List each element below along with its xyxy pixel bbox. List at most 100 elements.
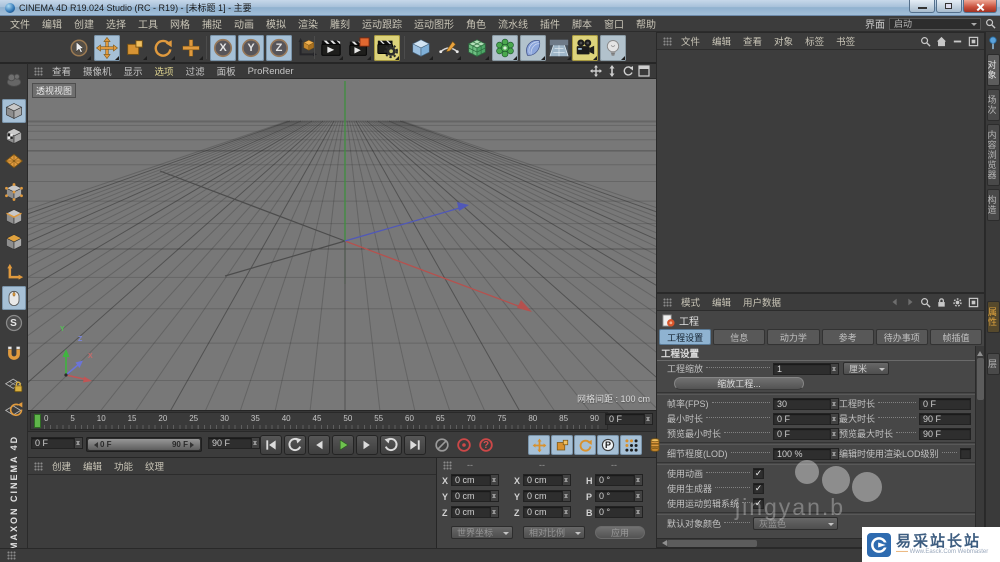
preview-range-slider[interactable]: 0 F 90 F	[86, 437, 202, 452]
fps-field[interactable]: 30	[773, 397, 831, 410]
restore-button[interactable]	[936, 0, 962, 13]
next-frame-button[interactable]	[356, 435, 378, 455]
stepper[interactable]	[645, 413, 653, 425]
zoom-view-icon[interactable]	[606, 65, 618, 77]
lock-icon[interactable]	[936, 297, 947, 308]
coord-field[interactable]: 0 cm	[451, 490, 491, 502]
min-time-field[interactable]: 0 F	[773, 412, 831, 425]
home-icon[interactable]	[936, 36, 947, 47]
uv-mode-button[interactable]	[2, 149, 26, 173]
current-frame-field[interactable]: 0 F	[605, 413, 645, 425]
menu-sculpt[interactable]: 雕刻	[324, 15, 356, 32]
goto-end-button[interactable]	[404, 435, 426, 455]
viewport-solo-button[interactable]	[1, 286, 26, 310]
panel-grip-icon[interactable]	[663, 36, 672, 46]
render-region-button[interactable]	[346, 35, 372, 61]
menu-pipeline[interactable]: 流水线	[492, 15, 534, 32]
stepper[interactable]	[635, 474, 643, 486]
frame-all-icon[interactable]	[968, 297, 979, 308]
viewport-menu-options[interactable]: 选项	[149, 64, 180, 78]
mat-menu-create[interactable]: 创建	[46, 458, 77, 474]
stepper[interactable]	[563, 490, 571, 502]
add-cube-button[interactable]	[408, 35, 434, 61]
stepper[interactable]	[491, 474, 499, 486]
menu-render[interactable]: 渲染	[292, 15, 324, 32]
menu-animate[interactable]: 动画	[228, 15, 260, 32]
stepper[interactable]	[635, 506, 643, 518]
render-settings-button[interactable]	[374, 35, 400, 61]
viewport-menu-view[interactable]: 查看	[46, 64, 77, 78]
preview-min-field[interactable]: 0 F	[773, 427, 831, 440]
model-mode-button[interactable]	[1, 99, 26, 123]
use-animation-checkbox[interactable]	[753, 468, 764, 479]
om-menu-edit[interactable]: 编辑	[706, 33, 737, 49]
project-time-field[interactable]: 0 F	[919, 397, 971, 410]
rotate-tool[interactable]	[150, 35, 176, 61]
render-lod-checkbox[interactable]	[960, 448, 971, 459]
pin-icon[interactable]	[988, 36, 998, 51]
coord-field[interactable]: 0 cm	[451, 506, 491, 518]
apply-button[interactable]: 应用	[595, 526, 645, 539]
play-button[interactable]	[332, 435, 354, 455]
attribute-vertical-scrollbar[interactable]	[975, 346, 984, 538]
frame-all-icon[interactable]	[968, 36, 979, 47]
panel-grip-icon[interactable]	[34, 66, 43, 76]
add-subdivision-button[interactable]	[464, 35, 490, 61]
previous-frame-button[interactable]	[308, 435, 330, 455]
menu-edit[interactable]: 编辑	[36, 15, 68, 32]
coord-field[interactable]: 0 cm	[523, 506, 563, 518]
max-time-field[interactable]: 90 F	[919, 412, 971, 425]
previous-key-button[interactable]	[284, 435, 306, 455]
interface-dropdown[interactable]: 启动	[889, 17, 981, 30]
menu-file[interactable]: 文件	[4, 15, 36, 32]
history-back-icon[interactable]	[890, 297, 900, 307]
menu-window[interactable]: 窗口	[598, 15, 630, 32]
texture-mode-button[interactable]	[2, 124, 26, 148]
preview-max-field[interactable]: 90 F	[919, 427, 971, 440]
am-menu-userdata[interactable]: 用户数据	[737, 294, 787, 310]
lock-workplane-button[interactable]	[2, 373, 26, 397]
autokey-button[interactable]	[454, 435, 474, 455]
tab-info[interactable]: 信息	[713, 329, 766, 345]
mat-menu-texture[interactable]: 纹理	[139, 458, 170, 474]
menu-help[interactable]: 帮助	[630, 15, 662, 32]
viewport-canvas[interactable]	[28, 79, 656, 411]
magnet-button[interactable]	[2, 342, 26, 366]
search-icon[interactable]	[920, 297, 931, 308]
coord-field[interactable]: 0 cm	[523, 490, 563, 502]
menu-mesh[interactable]: 网格	[164, 15, 196, 32]
panel-grip-icon[interactable]	[443, 461, 452, 470]
menu-select[interactable]: 选择	[100, 15, 132, 32]
timeline-ruler[interactable]: 0 5 10 15 20 25 30 35 40 45 50 55 60 65 70 75 80 85 90	[30, 412, 608, 430]
project-scale-unit-dropdown[interactable]: 厘米	[843, 362, 889, 375]
dock-tab-attributes[interactable]: 属性	[987, 301, 1000, 333]
tab-dynamics[interactable]: 动力学	[767, 329, 820, 345]
edges-mode-button[interactable]	[2, 205, 26, 229]
timeline-playhead[interactable]	[34, 414, 41, 428]
stepper[interactable]	[831, 447, 839, 460]
rotate-workplane-button[interactable]	[2, 398, 26, 422]
points-mode-button[interactable]	[2, 180, 26, 204]
axis-mode-button[interactable]	[2, 261, 26, 285]
live-selection-tool[interactable]	[66, 35, 92, 61]
use-generators-checkbox[interactable]	[753, 483, 764, 494]
viewport-panel[interactable]: 查看 摄像机 显示 选项 过滤 面板 ProRender 透视视图 Y X Z …	[28, 63, 656, 411]
om-menu-file[interactable]: 文件	[675, 33, 706, 49]
close-button[interactable]	[963, 0, 997, 13]
om-menu-objects[interactable]: 对象	[768, 33, 799, 49]
stepper[interactable]	[831, 362, 839, 375]
minus-icon[interactable]	[952, 36, 963, 47]
lock-y-axis[interactable]: Y	[238, 35, 264, 61]
polygons-mode-button[interactable]	[2, 230, 26, 254]
stepper[interactable]	[831, 412, 839, 425]
sculpt-mode-button[interactable]	[2, 68, 26, 92]
rotate-view-icon[interactable]	[622, 65, 634, 77]
section-project-settings[interactable]: 工程设置	[657, 346, 975, 361]
stepper[interactable]	[563, 474, 571, 486]
mat-menu-function[interactable]: 功能	[108, 458, 139, 474]
lod-field[interactable]: 100 %	[773, 447, 831, 460]
dock-tab-content-browser[interactable]: 内容浏览器	[986, 124, 1000, 186]
dock-tab-structure[interactable]: 构造	[986, 189, 1000, 221]
goto-start-button[interactable]	[260, 435, 282, 455]
record-disabled-button[interactable]	[432, 435, 452, 455]
